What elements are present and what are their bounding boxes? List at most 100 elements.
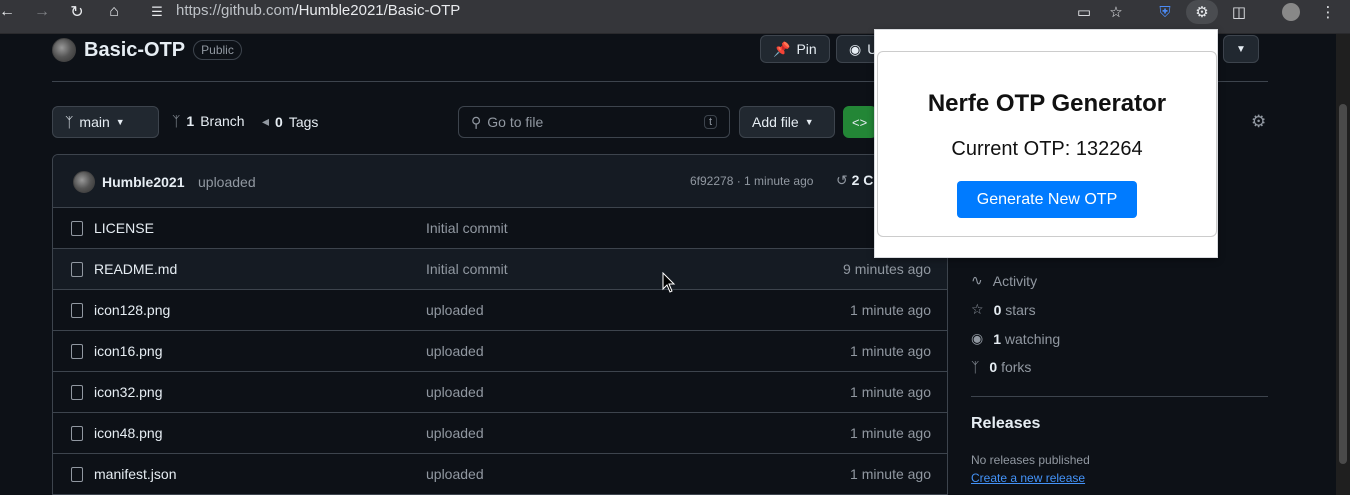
file-name[interactable]: LICENSE <box>94 220 154 236</box>
site-info-icon[interactable]: ☰ <box>148 0 166 24</box>
tag-count: 0 <box>275 113 283 130</box>
file-row[interactable]: icon16.png uploaded 1 minute ago <box>53 331 947 372</box>
releases-heading[interactable]: Releases <box>971 415 1040 433</box>
file-name[interactable]: icon16.png <box>94 343 163 359</box>
watching-count: 1 <box>993 330 1002 347</box>
author-avatar[interactable] <box>73 171 95 193</box>
file-icon <box>71 426 83 441</box>
bookmark-star-icon[interactable]: ☆ <box>1105 0 1127 24</box>
forward-icon[interactable]: → <box>32 0 52 24</box>
shortcut-hint: t <box>703 115 717 129</box>
forks-count: 0 <box>989 359 998 375</box>
home-icon[interactable]: ⌂ <box>102 0 126 24</box>
password-manager-icon[interactable]: ⛨ <box>1154 0 1176 24</box>
file-name[interactable]: icon32.png <box>94 384 163 400</box>
eye-icon: ◉ <box>971 330 984 346</box>
current-otp: Current OTP: 132264 <box>951 138 1143 160</box>
commit-hash-time[interactable]: 6f92278 · 1 minute ago <box>690 174 813 188</box>
branch-icon: ᛉ <box>65 114 74 130</box>
otp-extension-icon[interactable]: ⚙ <box>1186 0 1218 24</box>
file-commit-message[interactable]: uploaded <box>426 343 484 359</box>
file-row[interactable]: manifest.json uploaded 1 minute ago <box>53 454 947 494</box>
eye-icon: ◉ <box>849 40 862 57</box>
create-release-link[interactable]: Create a new release <box>971 471 1085 485</box>
watching-link[interactable]: ◉ 1 watching <box>971 330 1060 347</box>
extensions-puzzle-icon[interactable]: ◫ <box>1228 0 1250 24</box>
generate-otp-button[interactable]: Generate New OTP <box>957 181 1137 218</box>
stars-count: 0 <box>993 301 1002 318</box>
tags-link[interactable]: ◂ 0 Tags <box>262 113 318 130</box>
forks-label: forks <box>1001 359 1032 375</box>
file-icon <box>71 303 83 318</box>
file-row[interactable]: icon32.png uploaded 1 minute ago <box>53 372 947 413</box>
file-row[interactable]: LICENSEInitial commit9 min <box>53 208 947 249</box>
file-icon <box>71 385 83 400</box>
forks-link[interactable]: ᛉ 0 forks <box>971 359 1031 375</box>
mouse-cursor-icon <box>662 272 676 293</box>
file-list: LICENSEInitial commit9 minREADME.mdIniti… <box>53 208 947 494</box>
file-icon <box>71 344 83 359</box>
scrollbar-thumb[interactable] <box>1339 104 1347 464</box>
file-commit-time: 1 minute ago <box>850 466 931 482</box>
star-dropdown-button[interactable]: ▼ <box>1223 35 1259 63</box>
add-file-button[interactable]: Add file ▼ <box>739 106 835 138</box>
code-button[interactable]: <> <box>843 106 877 138</box>
back-icon[interactable]: ← <box>0 0 15 24</box>
file-commit-message[interactable]: uploaded <box>426 384 484 400</box>
add-file-label: Add file <box>752 114 799 130</box>
chevron-down-icon: ▼ <box>115 117 125 127</box>
file-commit-message[interactable]: uploaded <box>426 425 484 441</box>
file-row[interactable]: icon128.png uploaded 1 minute ago <box>53 290 947 331</box>
browser-menu-icon[interactable]: ⋮ <box>1318 0 1338 24</box>
sidebar-divider <box>971 396 1268 397</box>
file-row[interactable]: README.md Initial commit 9 minutes ago <box>53 249 947 290</box>
code-icon: <> <box>852 114 868 130</box>
file-commit-message[interactable]: uploaded <box>426 466 484 482</box>
history-icon: ↺ <box>836 172 848 188</box>
file-commit-message[interactable]: Initial commit <box>426 220 508 236</box>
branch-selector[interactable]: ᛉ main ▼ <box>52 106 159 138</box>
branch-name: main <box>79 114 110 130</box>
file-row[interactable]: icon48.png uploaded 1 minute ago <box>53 413 947 454</box>
pin-button[interactable]: 📌 Pin <box>760 35 830 63</box>
repo-name[interactable]: Basic-OTP <box>84 39 185 62</box>
stars-label: stars <box>1005 301 1036 318</box>
file-icon <box>71 221 83 236</box>
branches-link[interactable]: ᛉ 1 Branch <box>172 113 245 129</box>
pulse-icon: ∿ <box>971 272 983 288</box>
install-app-icon[interactable]: ▭ <box>1073 0 1095 24</box>
activity-link[interactable]: ∿ Activity <box>971 272 1037 289</box>
commits-count: 2 C <box>851 172 874 188</box>
owner-avatar[interactable] <box>52 38 76 62</box>
file-commit-message[interactable]: Initial commit <box>426 261 508 277</box>
chevron-down-icon: ▼ <box>1236 43 1246 55</box>
history-link[interactable]: ↺ 2 C <box>836 172 873 189</box>
latest-commit-bar: Humble2021 uploaded 6f92278 · 1 minute a… <box>53 155 947 208</box>
page-scrollbar[interactable] <box>1336 34 1350 495</box>
tag-icon: ◂ <box>262 113 270 129</box>
file-commit-time: 1 minute ago <box>850 343 931 359</box>
stars-link[interactable]: ☆ 0 stars <box>971 301 1036 318</box>
fork-icon: ᛉ <box>971 359 980 375</box>
file-commit-time: 1 minute ago <box>850 384 931 400</box>
file-icon <box>71 262 83 277</box>
branch-icon: ᛉ <box>172 113 181 129</box>
settings-gear-icon[interactable]: ⚙ <box>1251 112 1266 132</box>
file-commit-message[interactable]: uploaded <box>426 302 484 318</box>
extension-popup: Nerfe OTP Generator Current OTP: 132264 … <box>874 29 1218 258</box>
url-host: https://github.com <box>176 2 295 19</box>
reload-icon[interactable]: ↻ <box>66 0 88 24</box>
file-name[interactable]: icon128.png <box>94 302 170 318</box>
address-bar[interactable]: https://github.com/Humble2021/Basic-OTP <box>176 2 460 19</box>
go-to-file-input[interactable]: ⚲ Go to file t <box>458 106 730 138</box>
url-path: /Humble2021/Basic-OTP <box>294 2 461 19</box>
file-name[interactable]: icon48.png <box>94 425 163 441</box>
star-icon: ☆ <box>971 301 984 317</box>
visibility-badge: Public <box>193 40 242 60</box>
commit-author[interactable]: Humble2021 <box>102 174 184 190</box>
profile-avatar-icon[interactable] <box>1280 0 1302 24</box>
tag-count-label: Tags <box>288 113 319 130</box>
file-name[interactable]: manifest.json <box>94 466 176 482</box>
commit-message[interactable]: uploaded <box>198 174 256 190</box>
file-name[interactable]: README.md <box>94 261 177 277</box>
